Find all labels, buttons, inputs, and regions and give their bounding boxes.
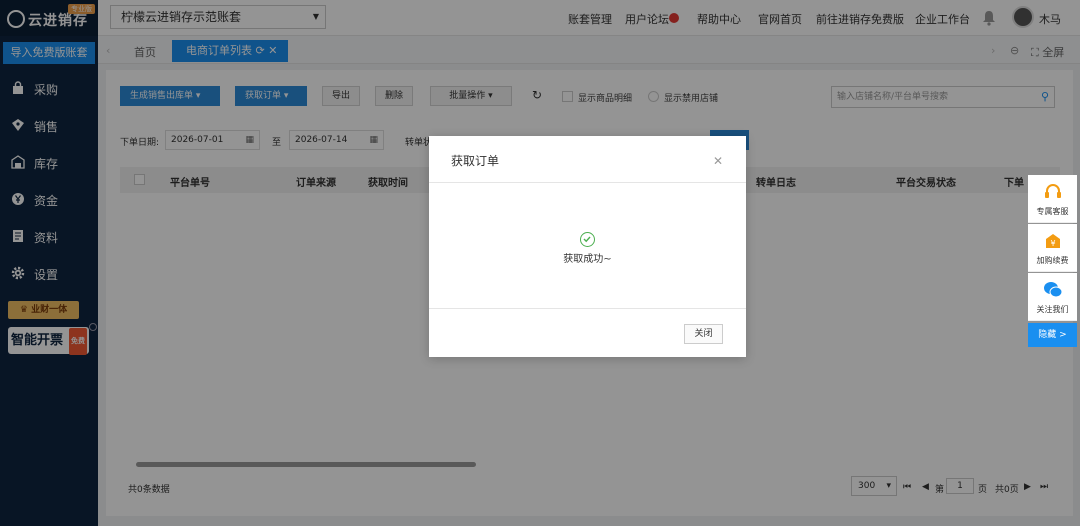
renew-item[interactable]: ¥ 加购续费 — [1028, 224, 1077, 272]
follow-item[interactable]: 关注我们 — [1028, 273, 1077, 321]
dialog-title: 获取订单 — [451, 154, 500, 168]
headset-icon — [1043, 183, 1063, 201]
service-item[interactable]: 专属客服 — [1028, 175, 1077, 223]
renew-icon: ¥ — [1043, 232, 1063, 250]
close-icon[interactable]: ✕ — [713, 154, 723, 168]
divider — [429, 182, 746, 183]
follow-label: 关注我们 — [1036, 305, 1069, 314]
wechat-icon — [1043, 281, 1063, 299]
svg-text:¥: ¥ — [1050, 239, 1055, 248]
floating-service-panel: 专属客服 ¥ 加购续费 关注我们 隐藏 > — [1028, 175, 1077, 348]
renew-label: 加购续费 — [1036, 256, 1069, 265]
divider — [429, 308, 746, 309]
service-label: 专属客服 — [1036, 207, 1069, 216]
dialog-close-button[interactable]: 关闭 — [684, 324, 723, 344]
hide-panel-button[interactable]: 隐藏 > — [1028, 323, 1077, 347]
success-check-icon — [580, 232, 595, 247]
success-message: 获取成功~ — [563, 254, 612, 265]
fetch-orders-dialog: 获取订单 ✕ 获取成功~ 关闭 — [429, 136, 746, 357]
